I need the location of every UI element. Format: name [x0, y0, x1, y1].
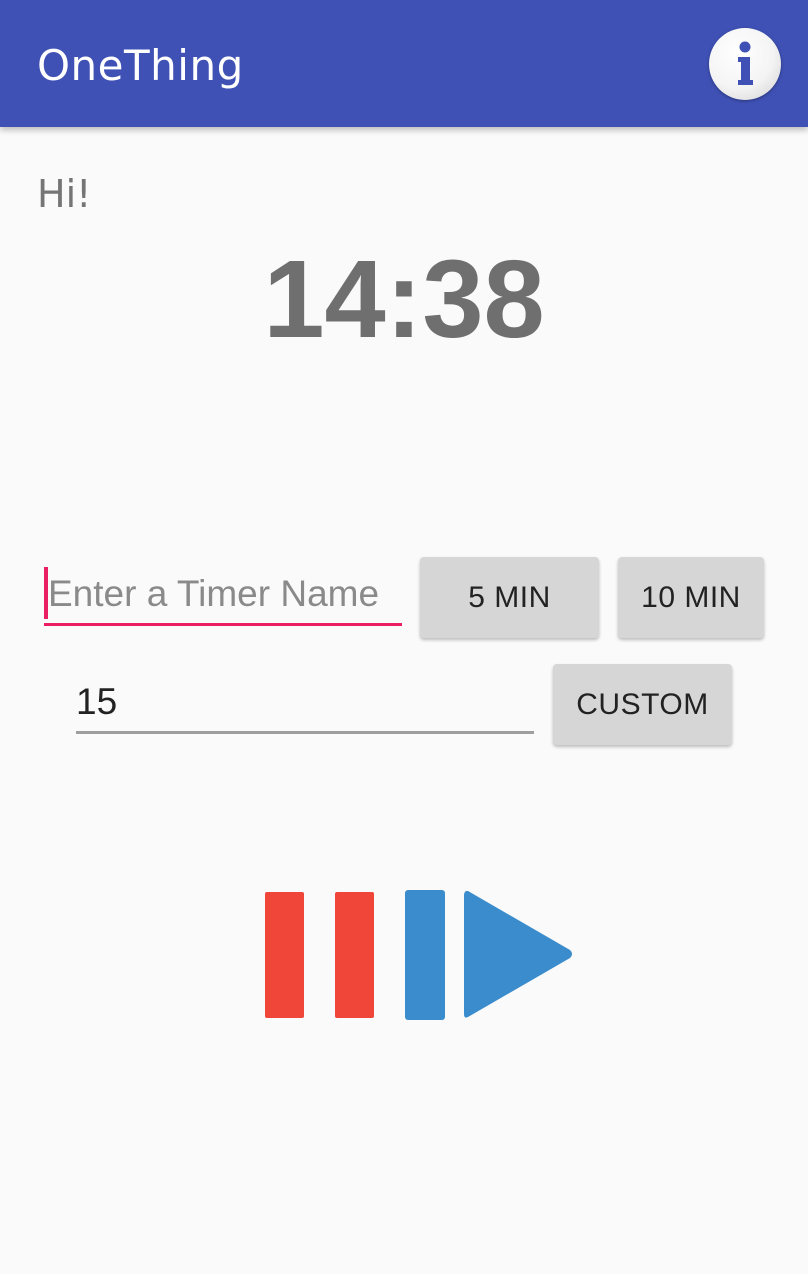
five-min-button[interactable]: 5 MIN: [420, 557, 599, 638]
text-cursor: [44, 567, 48, 619]
info-button[interactable]: [709, 28, 781, 100]
timer-name-field[interactable]: [44, 564, 402, 630]
ten-min-button[interactable]: 10 MIN: [618, 557, 764, 638]
app-bar: OneThing: [0, 0, 808, 127]
greeting-text: Hi!: [37, 172, 92, 216]
clock-display: 14:38: [263, 238, 545, 361]
info-icon: [738, 41, 753, 85]
app-title: OneThing: [37, 41, 244, 90]
custom-button[interactable]: CUSTOM: [553, 664, 732, 745]
pause-icon[interactable]: [265, 892, 374, 1018]
timer-name-input[interactable]: [44, 564, 402, 626]
playback-controls: [262, 888, 578, 1022]
play-icon[interactable]: [405, 890, 572, 1020]
custom-minutes-input[interactable]: [76, 672, 534, 734]
